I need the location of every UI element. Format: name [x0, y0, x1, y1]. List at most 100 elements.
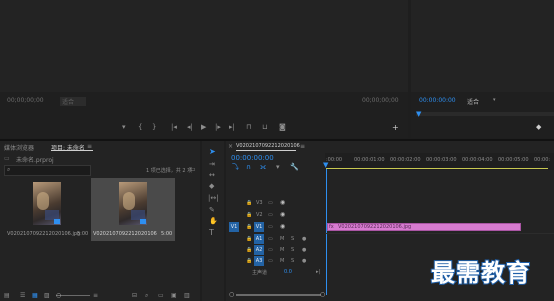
master-track-header[interactable]: 主声道 0.0 ▸|	[226, 267, 325, 277]
source-timecode-left[interactable]: 00;00;00;00	[7, 97, 44, 104]
pen-tool-icon[interactable]: ✎	[209, 207, 215, 214]
timeline-scrollbar[interactable]	[236, 294, 321, 296]
track-sync-icon[interactable]: ▭	[268, 258, 273, 264]
hand-tool-icon[interactable]: ✋	[209, 218, 218, 225]
new-bin-icon[interactable]: ▭	[190, 166, 196, 173]
source-fit-dropdown[interactable]: 适合	[60, 97, 87, 106]
track-lock-icon[interactable]: 🔒	[246, 247, 252, 253]
track-header-a3[interactable]: 🔒 A3 ▭ M S ●	[226, 256, 325, 266]
freeform-view-icon[interactable]: ▨	[44, 292, 50, 299]
track-lock-icon[interactable]: 🔒	[246, 212, 252, 218]
sort-icon[interactable]: ≡	[93, 292, 98, 299]
trash-icon[interactable]: ▥	[184, 292, 190, 299]
list-view-icon[interactable]: ☰	[20, 292, 25, 299]
add-button-icon[interactable]: +	[392, 124, 399, 132]
track-header-a2[interactable]: 🔒 A2 ▭ M S ●	[226, 245, 325, 255]
track-select-tool-icon[interactable]: ⇥	[209, 161, 215, 168]
project-file-name: 未命名.prproj	[16, 157, 54, 164]
track-lock-icon[interactable]: 🔒	[246, 224, 252, 230]
premiere-workspace: { "source_monitor": { "timecode_left": "…	[0, 0, 554, 301]
master-end-icon[interactable]: ▸|	[316, 269, 320, 275]
track-label: A3	[254, 256, 264, 266]
track-header-a1[interactable]: 🔒 A1 ▭ M S ●	[226, 234, 325, 244]
type-tool-icon[interactable]: T	[209, 229, 214, 237]
razor-tool-icon[interactable]: ◆	[209, 183, 214, 190]
mark-out-icon[interactable]: }	[152, 124, 156, 131]
search-input[interactable]	[4, 165, 91, 176]
sequence-thumbnail[interactable]	[119, 182, 147, 225]
track-lock-icon[interactable]: 🔒	[246, 200, 252, 206]
selection-tool-icon[interactable]: ➤	[209, 148, 216, 156]
video-audio-divider	[325, 233, 554, 234]
track-sync-icon[interactable]: ▭	[268, 224, 273, 230]
step-forward-icon[interactable]: |▸	[215, 124, 221, 131]
track-sync-icon[interactable]: ▭	[268, 200, 273, 206]
program-timecode[interactable]: 00:00:00:00	[419, 97, 456, 104]
settings-icon[interactable]: 🔧	[290, 164, 299, 171]
ripple-edit-tool-icon[interactable]: ↔	[209, 172, 215, 179]
program-playhead-icon[interactable]: ▼	[416, 110, 421, 118]
track-sync-icon[interactable]: ▭	[268, 247, 273, 253]
playhead-icon[interactable]: ▼	[323, 161, 328, 169]
insert-icon[interactable]: ⊓	[246, 124, 251, 131]
mute-button[interactable]: M	[280, 247, 284, 253]
program-scrub-bar[interactable]	[416, 112, 554, 116]
voice-over-icon[interactable]: ●	[302, 258, 306, 264]
new-bin-bottom-icon[interactable]: ▭	[158, 292, 164, 299]
go-to-out-icon[interactable]: ▸|	[229, 124, 235, 131]
play-icon[interactable]: ▶	[201, 124, 206, 131]
track-header-v2[interactable]: 🔒 V2 ▭ ◉	[226, 211, 325, 221]
zoom-in-handle-icon[interactable]: ○	[320, 291, 325, 298]
program-marker-icon[interactable]: ◆	[536, 124, 541, 131]
track-eye-icon[interactable]: ◉	[280, 199, 285, 206]
clip-thumbnail-jpg[interactable]	[33, 182, 61, 225]
track-lock-icon[interactable]: 🔒	[246, 236, 252, 242]
program-fit-dropdown-arrow[interactable]: ▾	[493, 97, 496, 103]
overwrite-icon[interactable]: ⊔	[262, 124, 267, 131]
solo-button[interactable]: S	[291, 247, 294, 253]
new-item-icon[interactable]: ▣	[171, 292, 177, 299]
slip-tool-icon[interactable]: |↔|	[208, 195, 219, 202]
voice-over-icon[interactable]: ●	[302, 236, 306, 242]
solo-button[interactable]: S	[291, 258, 294, 264]
go-to-in-icon[interactable]: |◂	[171, 124, 177, 131]
track-sync-icon[interactable]: ▭	[268, 236, 273, 242]
find-icon[interactable]: ⌕	[145, 292, 148, 300]
lock-icon[interactable]: ▤	[4, 292, 10, 299]
tab-media-browser[interactable]: 媒体浏览器	[4, 143, 34, 152]
mute-button[interactable]: M	[280, 258, 284, 264]
track-sync-icon[interactable]: ▭	[268, 212, 273, 218]
tab-menu-icon[interactable]: ≡	[87, 143, 92, 150]
solo-button[interactable]: S	[291, 236, 294, 242]
zoom-slider-handle-icon[interactable]: ○	[56, 292, 61, 299]
ruler-label: 00:00:	[534, 157, 551, 163]
work-area-bar[interactable]	[326, 168, 548, 169]
track-lock-icon[interactable]: 🔒	[246, 258, 252, 264]
close-tab-icon[interactable]: ×	[228, 143, 233, 150]
sequence-tab[interactable]: V0202107092212020106	[236, 143, 300, 149]
nest-icon[interactable]: ⤵	[232, 164, 239, 171]
automate-icon[interactable]: ⊟	[132, 292, 137, 299]
mute-button[interactable]: M	[280, 236, 284, 242]
step-back-icon[interactable]: ◂|	[187, 124, 193, 131]
track-eye-icon[interactable]: ◉	[280, 223, 285, 230]
timeline-timecode[interactable]: 00:00:00:00	[231, 154, 274, 162]
track-eye-icon[interactable]: ◉	[280, 211, 285, 218]
icon-view-icon[interactable]: ▦	[32, 292, 38, 299]
master-value[interactable]: 0.0	[284, 269, 292, 275]
timeline-clip-v1[interactable]: fx V0202107092212020106.jpg	[327, 223, 521, 231]
master-label: 主声道	[252, 270, 268, 276]
source-patch-v1[interactable]: V1	[229, 222, 239, 232]
track-header-v3[interactable]: 🔒 V3 ▭ ◉	[226, 199, 325, 209]
export-frame-icon[interactable]: ◙	[279, 124, 286, 131]
sequence-tab-menu-icon[interactable]: ≡	[300, 143, 305, 150]
add-marker-icon[interactable]: ▾	[122, 124, 126, 131]
zoom-out-handle-icon[interactable]: ○	[229, 291, 234, 298]
linked-selection-icon[interactable]: ⟗	[260, 164, 266, 171]
add-marker-timeline-icon[interactable]: ▾	[276, 164, 280, 171]
voice-over-icon[interactable]: ●	[302, 247, 306, 253]
track-header-v1[interactable]: V1 🔒 V1 ▭ ◉	[226, 222, 325, 232]
program-fit-dropdown[interactable]: 适合	[467, 97, 489, 106]
mark-in-icon[interactable]: {	[138, 124, 142, 131]
snap-icon[interactable]: ∩	[246, 164, 251, 171]
